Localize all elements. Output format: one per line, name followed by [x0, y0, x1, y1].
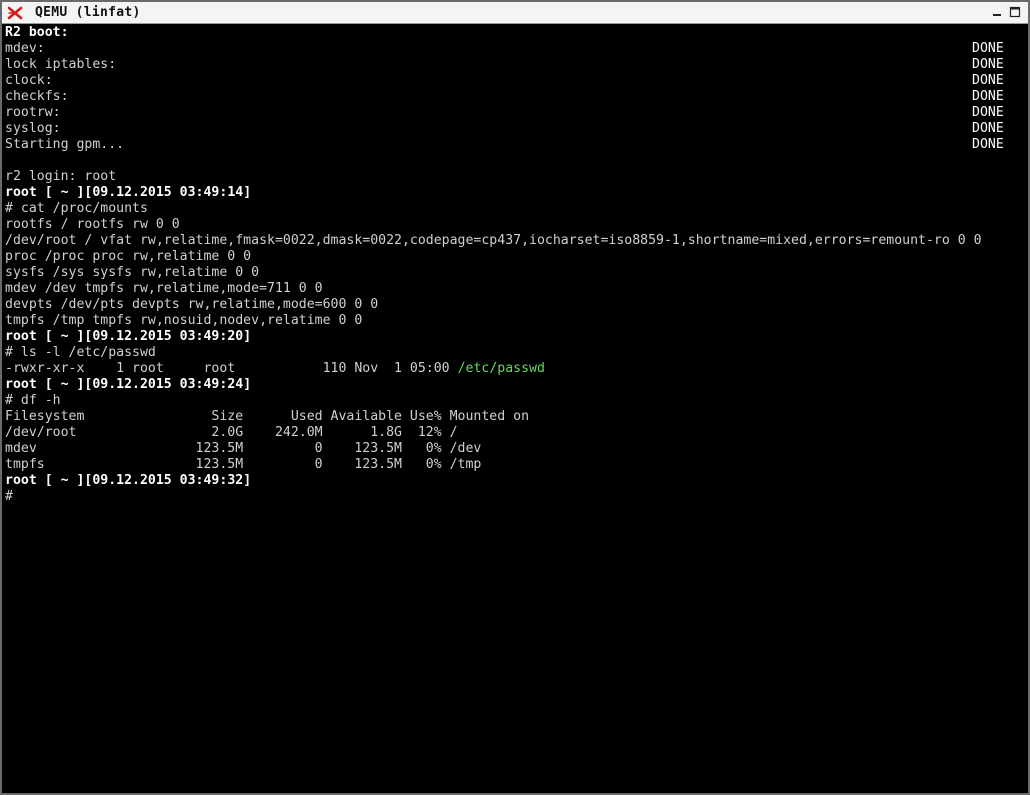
df-header: Filesystem Size Used Available Use% Moun… [5, 409, 530, 424]
mount-line: tmpfs /tmp tmpfs rw,nosuid,nodev,relatim… [5, 313, 363, 328]
command-cursor[interactable]: # [5, 489, 13, 505]
boot-step-status: DONE [972, 73, 1004, 88]
boot-step-label: clock: [5, 73, 53, 88]
df-row: /dev/root 2.0G 242.0M 1.8G 12% / [5, 425, 458, 440]
boot-step-status: DONE [972, 105, 1004, 120]
mount-line: rootfs / rootfs rw 0 0 [5, 217, 180, 232]
qemu-window: QEMU (linfat) R2 boot: mdev: DONE lock i… [0, 0, 1030, 795]
window-title: QEMU (linfat) [35, 5, 141, 20]
boot-step-label: Starting gpm... [5, 137, 125, 152]
prompt-info: [ ~ ][09.12.2015 03:49:24] [36, 377, 252, 392]
prompt-info: [ ~ ][09.12.2015 03:49:20] [36, 329, 252, 344]
shell-prompt: root [ ~ ][09.12.2015 03:49:32] [5, 473, 251, 489]
minimize-icon[interactable] [990, 5, 1004, 19]
df-row: tmpfs 123.5M 0 123.5M 0% /tmp [5, 457, 482, 472]
boot-step-label: mdev: [5, 41, 45, 56]
prompt-user: root [5, 377, 37, 392]
command-line: # ls -l /etc/passwd [5, 345, 156, 360]
boot-step-status: DONE [972, 89, 1004, 104]
shell-prompt: root [ ~ ][09.12.2015 03:49:14] [5, 185, 251, 201]
prompt-info: [ ~ ][09.12.2015 03:49:14] [36, 185, 252, 200]
boot-step-status: DONE [972, 41, 1004, 56]
boot-step-label: syslog: [5, 121, 61, 136]
shell-prompt: root [ ~ ][09.12.2015 03:49:24] [5, 377, 251, 393]
boot-header: R2 boot: [5, 25, 69, 40]
boot-step-label: rootrw: [5, 105, 61, 120]
ls-output-line: -rwxr-xr-x 1 root root 110 Nov 1 05:00 /… [5, 361, 545, 377]
mount-line: mdev /dev tmpfs rw,relatime,mode=711 0 0 [5, 281, 323, 296]
prompt-user: root [5, 473, 37, 488]
boot-step-status: DONE [972, 121, 1004, 136]
title-bar[interactable]: QEMU (linfat) [2, 2, 1028, 24]
boot-step-status: DONE [972, 137, 1004, 152]
maximize-icon[interactable] [1008, 5, 1022, 19]
qemu-logo-icon[interactable] [7, 5, 23, 21]
shell-prompt: root [ ~ ][09.12.2015 03:49:20] [5, 329, 251, 345]
mount-line: devpts /dev/pts devpts rw,relatime,mode=… [5, 297, 379, 312]
command-line: # cat /proc/mounts [5, 201, 148, 216]
ls-prefix: -rwxr-xr-x 1 root root 110 Nov 1 05:00 [5, 361, 458, 376]
prompt-user: root [5, 329, 37, 344]
console-screen[interactable]: R2 boot: mdev: DONE lock iptables: DONE … [4, 25, 1026, 793]
boot-step-label: lock iptables: [5, 57, 117, 72]
mount-line: /dev/root / vfat rw,relatime,fmask=0022,… [5, 233, 982, 248]
command-line: # df -h [5, 393, 61, 408]
boot-step-label: checkfs: [5, 89, 69, 104]
boot-step-status: DONE [972, 57, 1004, 72]
login-line: r2 login: root [5, 169, 117, 184]
mount-line: proc /proc proc rw,relatime 0 0 [5, 249, 252, 264]
df-row: mdev 123.5M 0 123.5M 0% /dev [5, 441, 482, 456]
ls-file-name: /etc/passwd [457, 361, 545, 376]
mount-line: sysfs /sys sysfs rw,relatime 0 0 [5, 265, 260, 280]
prompt-user: root [5, 185, 37, 200]
prompt-info: [ ~ ][09.12.2015 03:49:32] [36, 473, 252, 488]
